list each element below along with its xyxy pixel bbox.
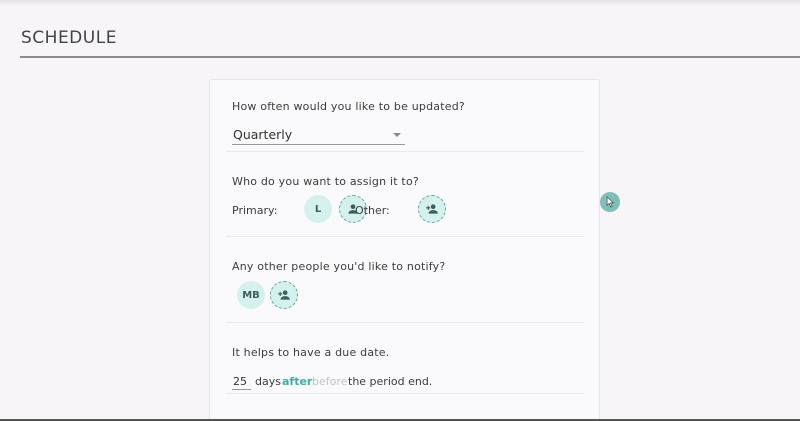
- section-divider: [226, 322, 584, 323]
- page-title: SCHEDULE: [21, 28, 117, 48]
- due-section: It helps to have a due date. 25 days aft…: [232, 346, 584, 406]
- section-divider: [226, 236, 584, 237]
- primary-avatar[interactable]: L: [304, 195, 332, 223]
- person-add-icon: [426, 204, 438, 214]
- days-label: days: [255, 375, 281, 388]
- assign-section: Who do you want to assign it to? Primary…: [232, 175, 584, 235]
- chevron-down-icon: [393, 133, 401, 137]
- cursor-indicator: [600, 192, 620, 212]
- frequency-question: How often would you like to be updated?: [232, 100, 465, 113]
- due-days-input[interactable]: 25: [232, 372, 251, 390]
- person-add-icon: [278, 290, 290, 300]
- due-suffix: the period end.: [348, 375, 433, 388]
- cursor-icon: [606, 196, 615, 208]
- notify-section: Any other people you'd like to notify? M…: [232, 260, 584, 320]
- due-row: 25 days after before the period end.: [232, 372, 584, 392]
- title-divider: [20, 56, 800, 58]
- add-notify-button[interactable]: [270, 281, 298, 309]
- after-toggle[interactable]: after: [282, 375, 312, 388]
- notify-question: Any other people you'd like to notify?: [232, 260, 446, 273]
- other-label: Other:: [355, 204, 390, 217]
- frequency-select-value: Quarterly: [233, 127, 293, 142]
- section-divider: [226, 393, 584, 394]
- assign-question: Who do you want to assign it to?: [232, 175, 419, 188]
- schedule-card: How often would you like to be updated? …: [209, 79, 600, 421]
- frequency-select[interactable]: Quarterly: [232, 123, 405, 145]
- due-question: It helps to have a due date.: [232, 346, 390, 359]
- top-shadow: [0, 0, 800, 6]
- add-other-button[interactable]: [418, 195, 446, 223]
- primary-label: Primary:: [232, 204, 278, 217]
- before-toggle[interactable]: before: [312, 375, 347, 388]
- notify-avatar[interactable]: MB: [237, 281, 265, 309]
- section-divider: [226, 151, 584, 152]
